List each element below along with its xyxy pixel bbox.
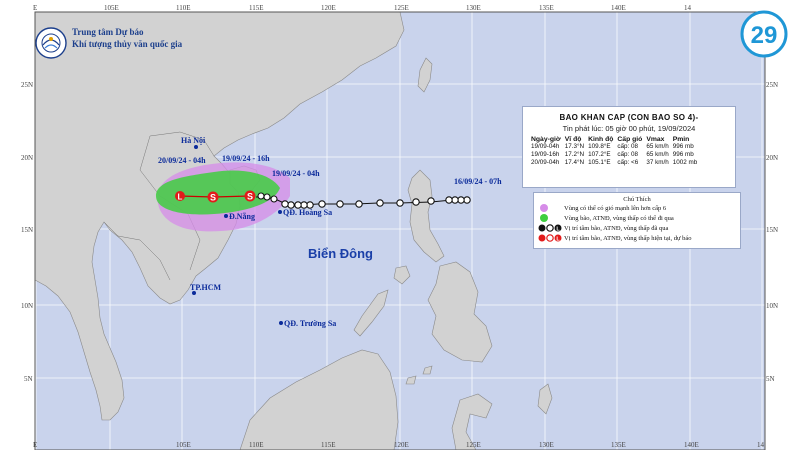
svg-text:10N: 10N bbox=[21, 302, 33, 310]
svg-text:135E: 135E bbox=[539, 4, 554, 12]
track-label-19-09-16h: 19/09/24 - 16h bbox=[222, 154, 270, 163]
agency-header: Trung tâm Dự báo Khí tượng thủy văn quốc… bbox=[34, 26, 182, 62]
svg-text:L: L bbox=[178, 193, 183, 202]
header-pmin: Pmin bbox=[672, 136, 690, 143]
legend-item-label: Vị trí tâm bão, ATNĐ, vùng thấp hiện tại… bbox=[564, 234, 692, 242]
storm-info-issued: Tin phát lúc: 05 giờ 00 phút, 19/09/2024 bbox=[562, 124, 696, 133]
header-latitude: Vĩ độ bbox=[564, 136, 582, 143]
ha-noi-dot bbox=[194, 145, 198, 149]
svg-text:120E: 120E bbox=[394, 441, 409, 449]
red-storm-symbols-icon: L bbox=[538, 234, 562, 242]
ha-noi-label: Hà Nội bbox=[181, 136, 206, 145]
hoang-sa-label: QĐ. Hoàng Sa bbox=[283, 208, 332, 217]
agency-logo-icon bbox=[35, 27, 67, 59]
svg-text:15N: 15N bbox=[766, 226, 778, 234]
svg-text:25N: 25N bbox=[766, 81, 778, 89]
svg-text:130E: 130E bbox=[466, 4, 481, 12]
svg-text:S: S bbox=[210, 193, 216, 203]
track-label-20-09-04h: 20/09/24 - 04h bbox=[158, 156, 206, 165]
da-nang-dot bbox=[224, 214, 228, 218]
legend-item: Vùng có thể có gió mạnh lên hơn cấp 6 bbox=[538, 203, 740, 213]
svg-text:10N: 10N bbox=[766, 302, 778, 310]
lon-ticks-top: E 105E 110E 115E 120E 125E 130E 135E 140… bbox=[33, 4, 692, 12]
svg-text:110E: 110E bbox=[249, 441, 264, 449]
map-legend: Chú Thích Vùng có thể có gió mạnh lên hơ… bbox=[533, 192, 741, 249]
svg-text:115E: 115E bbox=[321, 441, 336, 449]
svg-text:S: S bbox=[247, 192, 253, 202]
header-vmax: Vmax bbox=[646, 136, 665, 143]
legend-item: L Vị trí tâm bão, ATNĐ, vùng thấp đã qua bbox=[538, 223, 740, 233]
storm-info-table: Ngày-giờ Vĩ độ Kinh độ Cấp gió Vmax Pmin… bbox=[529, 136, 699, 167]
legend-item: Vùng bão, ATNĐ, vùng thấp có thể đi qua bbox=[538, 213, 740, 223]
header-wind-level: Cấp gió bbox=[617, 136, 643, 143]
lat-ticks-left: 25N 20N 15N 10N 5N bbox=[21, 81, 33, 383]
pink-circle-icon bbox=[540, 204, 548, 212]
storm-track-map: S S L Hà Nội Đ.Nẵng QĐ. Hoàng Sa TP.HCM … bbox=[0, 0, 800, 450]
green-circle-icon bbox=[540, 214, 548, 222]
track-label-19-09-04h: 19/09/24 - 04h bbox=[272, 169, 320, 178]
svg-text:110E: 110E bbox=[176, 4, 191, 12]
svg-text:125E: 125E bbox=[394, 4, 409, 12]
table-row: 19/09-04h 17.3°N 109.8°E cấp: 08 65 km/h 996… bbox=[531, 143, 694, 150]
table-header-row: Ngày-giờ Vĩ độ Kinh độ Cấp gió Vmax Pmin bbox=[529, 136, 699, 143]
svg-text:140E: 140E bbox=[684, 441, 699, 449]
svg-text:15N: 15N bbox=[21, 226, 33, 234]
svg-text:25N: 25N bbox=[21, 81, 33, 89]
svg-text:E: E bbox=[33, 441, 37, 449]
agency-name: Trung tâm Dự báo Khí tượng thủy văn quốc… bbox=[72, 26, 182, 50]
header-datetime: Ngày-giờ bbox=[531, 136, 561, 143]
svg-text:14: 14 bbox=[757, 441, 765, 449]
track-label-16-09-07h: 16/09/24 - 07h bbox=[454, 177, 502, 186]
table-row: 20/09-04h 17.4°N 105.1°E cấp: <6 37 km/h 100… bbox=[531, 159, 698, 166]
29-brand-logo-icon: 29 bbox=[740, 10, 788, 58]
tp-hcm-label: TP.HCM bbox=[190, 283, 221, 292]
lat-ticks-right: 25N 20N 15N 10N 5N bbox=[766, 81, 778, 383]
black-storm-symbols-icon: L bbox=[538, 224, 562, 232]
header-longitude: Kinh độ bbox=[588, 136, 614, 143]
legend-item: L Vị trí tâm bão, ATNĐ, vùng thấp hiện t… bbox=[538, 233, 740, 243]
storm-info-title: BAO KHAN CAP (CON BAO SO 4)- bbox=[559, 113, 699, 122]
svg-text:125E: 125E bbox=[466, 441, 481, 449]
truong-sa-dot bbox=[279, 321, 283, 325]
forecast-storm-position: S bbox=[207, 191, 219, 203]
svg-text:20N: 20N bbox=[766, 154, 778, 162]
svg-text:5N: 5N bbox=[24, 375, 33, 383]
legend-item-label: Vị trí tâm bão, ATNĐ, vùng thấp đã qua bbox=[564, 224, 669, 232]
svg-text:20N: 20N bbox=[21, 154, 33, 162]
svg-text:140E: 140E bbox=[611, 4, 626, 12]
current-storm-position: S bbox=[244, 190, 256, 202]
agency-name-line2: Khí tượng thủy văn quốc gia bbox=[72, 39, 183, 49]
agency-name-line1: Trung tâm Dự báo bbox=[72, 27, 144, 37]
legend-item-label: Vùng bão, ATNĐ, vùng thấp có thể đi qua bbox=[564, 214, 674, 222]
svg-text:120E: 120E bbox=[321, 4, 336, 12]
svg-text:14: 14 bbox=[684, 4, 692, 12]
bien-dong-label: Biển Đông bbox=[308, 246, 373, 261]
hoang-sa-dot bbox=[278, 210, 282, 214]
svg-text:29: 29 bbox=[751, 22, 778, 49]
svg-text:130E: 130E bbox=[539, 441, 554, 449]
svg-text:105E: 105E bbox=[176, 441, 191, 449]
storm-info-panel: BAO KHAN CAP (CON BAO SO 4)- Tin phát lú… bbox=[522, 106, 736, 188]
svg-text:E: E bbox=[33, 4, 37, 12]
legend-item-label: Vùng có thể có gió mạnh lên hơn cấp 6 bbox=[564, 204, 667, 212]
svg-text:5N: 5N bbox=[766, 375, 775, 383]
svg-text:135E: 135E bbox=[611, 441, 626, 449]
legend-title: Chú Thích bbox=[623, 196, 651, 203]
table-row: 19/09-16h 17.2°N 107.2°E cấp: 08 65 km/h 996… bbox=[531, 151, 694, 158]
truong-sa-label: QĐ. Trường Sa bbox=[284, 319, 336, 328]
svg-text:115E: 115E bbox=[249, 4, 264, 12]
svg-text:105E: 105E bbox=[104, 4, 119, 12]
da-nang-label: Đ.Nẵng bbox=[229, 212, 255, 221]
